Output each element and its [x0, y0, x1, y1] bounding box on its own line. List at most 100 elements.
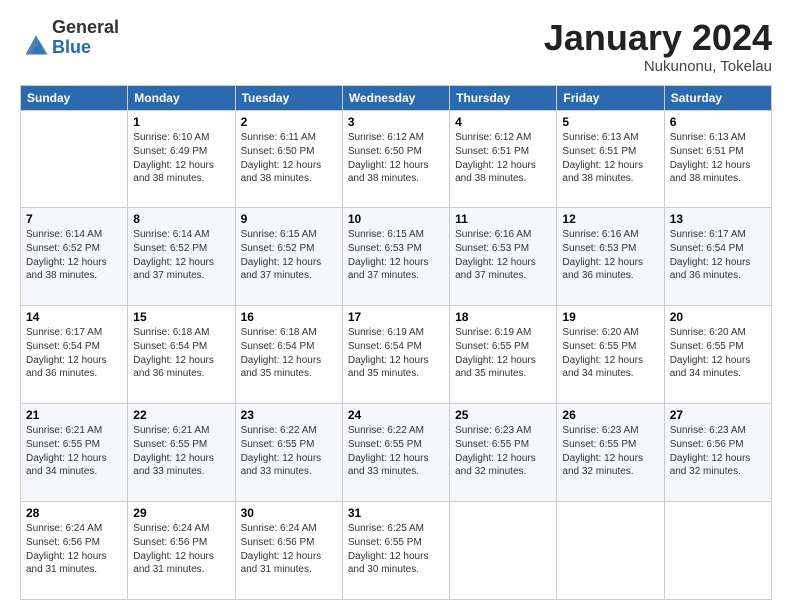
day-number: 27 — [670, 408, 766, 422]
day-number: 1 — [133, 115, 229, 129]
sunset-text: Sunset: 6:54 PM — [26, 340, 122, 354]
daylight-text: Daylight: 12 hours and 36 minutes. — [562, 256, 658, 282]
day-number: 24 — [348, 408, 444, 422]
sunrise-text: Sunrise: 6:22 AM — [348, 424, 444, 438]
day-number: 16 — [241, 310, 337, 324]
day-info: Sunrise: 6:12 AMSunset: 6:51 PMDaylight:… — [455, 131, 551, 185]
sunset-text: Sunset: 6:55 PM — [133, 438, 229, 452]
day-number: 8 — [133, 212, 229, 226]
daylight-text: Daylight: 12 hours and 37 minutes. — [348, 256, 444, 282]
day-info: Sunrise: 6:22 AMSunset: 6:55 PMDaylight:… — [241, 424, 337, 478]
calendar-cell: 21Sunrise: 6:21 AMSunset: 6:55 PMDayligh… — [21, 404, 128, 502]
calendar-cell: 13 Sunrise: 6:17 AMSunset: 6:54 PMDayligh… — [664, 208, 771, 306]
sunrise-text: Sunrise: 6:21 AM — [133, 424, 229, 438]
sunset-text: Sunset: 6:55 PM — [670, 340, 766, 354]
logo-line1: General — [52, 18, 119, 38]
sunset-text: Sunset: 6:50 PM — [241, 145, 337, 159]
weekday-header-monday: Monday — [128, 85, 235, 110]
daylight-text: Daylight: 12 hours and 38 minutes. — [670, 159, 766, 185]
sunset-text: Sunset: 6:52 PM — [26, 242, 122, 256]
day-number: 13 — [670, 212, 766, 226]
day-number: 31 — [348, 506, 444, 520]
day-info: Sunrise: 6:25 AMSunset: 6:55 PMDaylight:… — [348, 522, 444, 576]
weekday-header-saturday: Saturday — [664, 85, 771, 110]
daylight-text: Daylight: 12 hours and 38 minutes. — [241, 159, 337, 185]
calendar-cell: 12 Sunrise: 6:16 AMSunset: 6:53 PMDayligh… — [557, 208, 664, 306]
week-row-1: 1 Sunrise: 6:10 AMSunset: 6:49 PM Daylight… — [21, 110, 772, 208]
day-info: Sunrise: 6:24 AMSunset: 6:56 PMDaylight:… — [133, 522, 229, 576]
calendar-cell: 4 Sunrise: 6:12 AMSunset: 6:51 PMDaylight… — [450, 110, 557, 208]
day-info: Sunrise: 6:17 AMSunset: 6:54 PMDaylight:… — [26, 326, 122, 380]
calendar-cell: 17Sunrise: 6:19 AMSunset: 6:54 PMDayligh… — [342, 306, 449, 404]
sunrise-text: Sunrise: 6:17 AM — [670, 228, 766, 242]
calendar-cell: 31 Sunrise: 6:25 AMSunset: 6:55 PMDayligh… — [342, 502, 449, 600]
calendar-cell: 20Sunrise: 6:20 AMSunset: 6:55 PMDayligh… — [664, 306, 771, 404]
sunrise-text: Sunrise: 6:12 AM — [455, 131, 551, 145]
logo-icon — [22, 30, 50, 58]
weekday-header-row: SundayMondayTuesdayWednesdayThursdayFrid… — [21, 85, 772, 110]
sunset-text: Sunset: 6:55 PM — [348, 536, 444, 550]
day-info: Sunrise: 6:23 AMSunset: 6:55 PMDaylight:… — [562, 424, 658, 478]
weekday-header-wednesday: Wednesday — [342, 85, 449, 110]
day-info: Sunrise: 6:20 AMSunset: 6:55 PMDaylight:… — [670, 326, 766, 380]
daylight-text: Daylight: 12 hours and 32 minutes. — [670, 452, 766, 478]
sunrise-text: Sunrise: 6:23 AM — [562, 424, 658, 438]
day-number: 5 — [562, 115, 658, 129]
daylight-text: Daylight: 12 hours and 36 minutes. — [133, 354, 229, 380]
daylight-text: Daylight: 12 hours and 36 minutes. — [670, 256, 766, 282]
sunrise-text: Sunrise: 6:25 AM — [348, 522, 444, 536]
sunset-text: Sunset: 6:54 PM — [241, 340, 337, 354]
day-number: 4 — [455, 115, 551, 129]
sunset-text: Sunset: 6:55 PM — [562, 438, 658, 452]
sunset-text: Sunset: 6:51 PM — [670, 145, 766, 159]
daylight-text: Daylight: 12 hours and 30 minutes. — [348, 550, 444, 576]
calendar-cell — [450, 502, 557, 600]
sunset-text: Sunset: 6:55 PM — [348, 438, 444, 452]
weekday-header-sunday: Sunday — [21, 85, 128, 110]
page: General Blue January 2024 Nukunonu, Toke… — [0, 0, 792, 612]
calendar-cell: 29Sunrise: 6:24 AMSunset: 6:56 PMDayligh… — [128, 502, 235, 600]
sunrise-text: Sunrise: 6:17 AM — [26, 326, 122, 340]
day-number: 15 — [133, 310, 229, 324]
day-number: 9 — [241, 212, 337, 226]
daylight-text: Daylight: 12 hours and 31 minutes. — [26, 550, 122, 576]
sunrise-text: Sunrise: 6:10 AM — [133, 131, 229, 145]
sunset-text: Sunset: 6:53 PM — [562, 242, 658, 256]
sunrise-text: Sunrise: 6:19 AM — [455, 326, 551, 340]
day-number: 7 — [26, 212, 122, 226]
day-number: 3 — [348, 115, 444, 129]
calendar-cell — [557, 502, 664, 600]
day-number: 6 — [670, 115, 766, 129]
daylight-text: Daylight: 12 hours and 38 minutes. — [348, 159, 444, 185]
calendar-table: SundayMondayTuesdayWednesdayThursdayFrid… — [20, 85, 772, 600]
calendar-cell: 30Sunrise: 6:24 AMSunset: 6:56 PMDayligh… — [235, 502, 342, 600]
day-info: Sunrise: 6:13 AMSunset: 6:51 PMDaylight:… — [562, 131, 658, 185]
daylight-text: Daylight: 12 hours and 33 minutes. — [133, 452, 229, 478]
sunrise-text: Sunrise: 6:14 AM — [133, 228, 229, 242]
day-info: Sunrise: 6:14 AMSunset: 6:52 PMDaylight:… — [26, 228, 122, 282]
calendar-cell: 23Sunrise: 6:22 AMSunset: 6:55 PMDayligh… — [235, 404, 342, 502]
logo-blue: Blue — [52, 37, 91, 57]
daylight-text: Daylight: 12 hours and 38 minutes. — [562, 159, 658, 185]
day-info: Sunrise: 6:24 AMSunset: 6:56 PMDaylight:… — [241, 522, 337, 576]
day-number: 18 — [455, 310, 551, 324]
daylight-text: Daylight: 12 hours and 32 minutes. — [455, 452, 551, 478]
day-number: 12 — [562, 212, 658, 226]
daylight-text: Daylight: 12 hours and 34 minutes. — [26, 452, 122, 478]
sunrise-text: Sunrise: 6:23 AM — [455, 424, 551, 438]
calendar-cell: 2Sunrise: 6:11 AMSunset: 6:50 PMDaylight… — [235, 110, 342, 208]
day-info: Sunrise: 6:11 AMSunset: 6:50 PMDaylight:… — [241, 131, 337, 185]
daylight-text: Daylight: 12 hours and 33 minutes. — [348, 452, 444, 478]
header: General Blue January 2024 Nukunonu, Toke… — [20, 18, 772, 75]
sunset-text: Sunset: 6:53 PM — [455, 242, 551, 256]
day-info: Sunrise: 6:19 AMSunset: 6:55 PMDaylight:… — [455, 326, 551, 380]
sunset-text: Sunset: 6:49 PM — [133, 145, 229, 159]
day-number: 28 — [26, 506, 122, 520]
daylight-text: Daylight: 12 hours and 38 minutes. — [26, 256, 122, 282]
daylight-text: Daylight: 12 hours and 35 minutes. — [348, 354, 444, 380]
day-number: 19 — [562, 310, 658, 324]
sunrise-text: Sunrise: 6:13 AM — [562, 131, 658, 145]
day-info: Sunrise: 6:17 AMSunset: 6:54 PMDaylight:… — [670, 228, 766, 282]
day-info: Sunrise: 6:16 AMSunset: 6:53 PMDaylight:… — [562, 228, 658, 282]
calendar-cell: 10Sunrise: 6:15 AMSunset: 6:53 PMDayligh… — [342, 208, 449, 306]
